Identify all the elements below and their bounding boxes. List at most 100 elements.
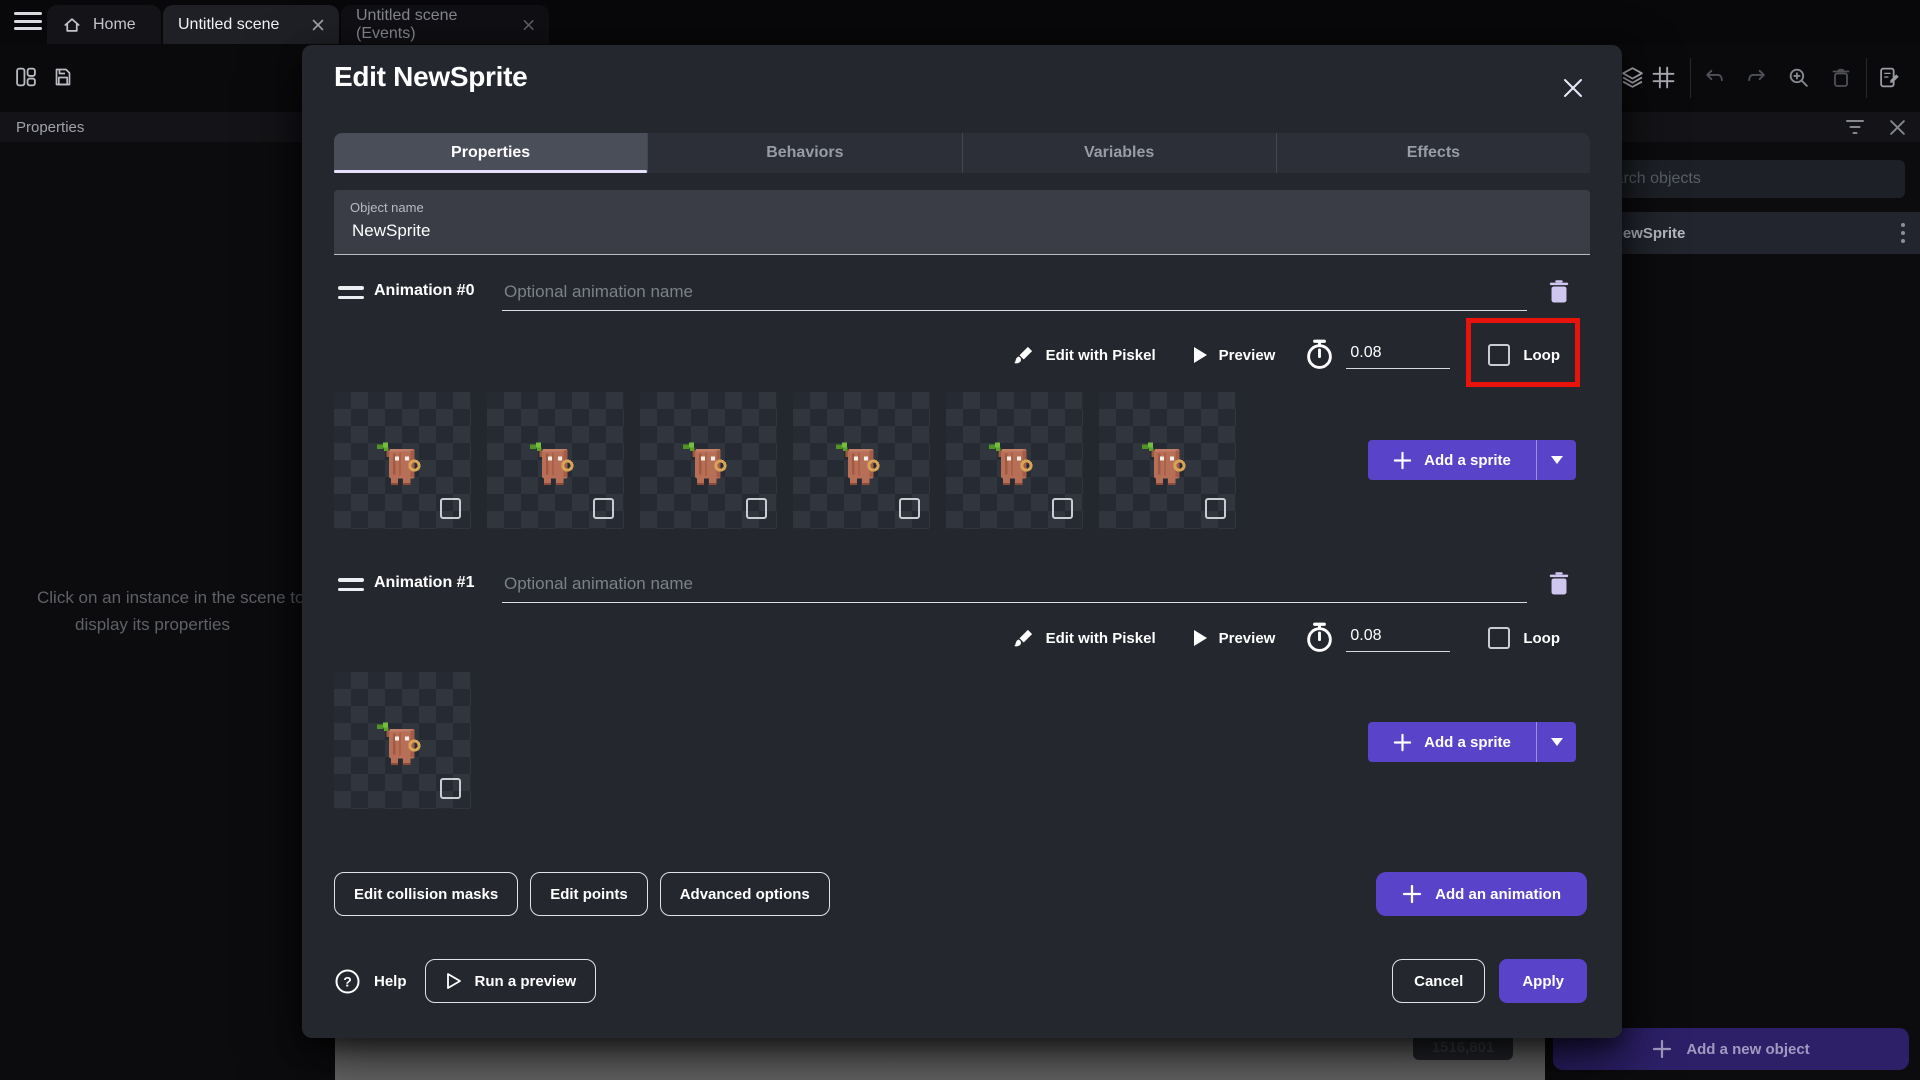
trash-icon-toolbar[interactable] bbox=[1830, 66, 1852, 89]
loop-checkbox[interactable] bbox=[1488, 627, 1511, 649]
add-a-sprite-label: Add a sprite bbox=[1424, 451, 1511, 469]
search-objects-input[interactable] bbox=[1593, 169, 1893, 189]
toolbar-divider bbox=[1866, 58, 1867, 98]
tab-variables-label: Variables bbox=[1083, 144, 1155, 161]
dialog-footer: ? Help Run a preview Cancel Apply bbox=[334, 958, 1587, 1004]
add-a-sprite-button[interactable]: Add a sprite bbox=[1368, 722, 1576, 762]
filter-icon[interactable] bbox=[1843, 117, 1867, 137]
tab-untitled-scene[interactable]: Untitled scene bbox=[163, 5, 339, 44]
sprite-frame[interactable] bbox=[793, 392, 930, 529]
time-between-frames-input[interactable] bbox=[1346, 341, 1451, 369]
tab-home-label: Home bbox=[93, 15, 136, 33]
frame-checkbox[interactable] bbox=[440, 778, 461, 799]
run-a-preview-button[interactable]: Run a preview bbox=[424, 959, 597, 1003]
add-sprite-dropdown[interactable] bbox=[1537, 722, 1576, 762]
save-icon[interactable] bbox=[52, 66, 74, 88]
frame-checkbox[interactable] bbox=[1052, 498, 1073, 519]
tab-events-label: Untitled scene (Events) bbox=[356, 6, 458, 42]
edit-tools-row: Edit collision masks Edit points Advance… bbox=[334, 872, 830, 916]
frame-checkbox[interactable] bbox=[593, 498, 614, 519]
frame-checkbox[interactable] bbox=[440, 498, 461, 519]
help-label: Help bbox=[374, 972, 407, 990]
sprite-frame[interactable] bbox=[334, 672, 471, 809]
loop-checkbox[interactable] bbox=[1488, 344, 1511, 366]
svg-text:?: ? bbox=[343, 973, 352, 989]
edit-with-piskel-button[interactable]: Edit with Piskel bbox=[1013, 345, 1156, 366]
properties-panel-title: Properties bbox=[16, 118, 85, 136]
undo-icon[interactable] bbox=[1703, 66, 1726, 86]
redo-icon[interactable] bbox=[1745, 66, 1768, 86]
tab-effects-label: Effects bbox=[1406, 144, 1461, 161]
sprite-frame[interactable] bbox=[1099, 392, 1236, 529]
kebab-menu-icon[interactable] bbox=[1900, 222, 1906, 244]
advanced-options-button[interactable]: Advanced options bbox=[659, 872, 830, 916]
pig-sprite-image bbox=[377, 722, 421, 766]
sprite-frame[interactable] bbox=[946, 392, 1083, 529]
add-new-object-label: Add a new object bbox=[1686, 1040, 1810, 1058]
edit-points-label: Edit points bbox=[550, 885, 628, 903]
add-a-sprite-button[interactable]: Add a sprite bbox=[1368, 440, 1576, 480]
zoom-in-icon[interactable] bbox=[1787, 66, 1810, 89]
layers-icon[interactable] bbox=[1621, 66, 1644, 89]
sprite-frame[interactable] bbox=[640, 392, 777, 529]
tab-effects[interactable]: Effects bbox=[1275, 133, 1590, 173]
pig-sprite-image bbox=[836, 442, 880, 486]
pig-sprite-image bbox=[989, 442, 1033, 486]
add-a-sprite-label: Add a sprite bbox=[1424, 733, 1511, 751]
edit-object-dialog: Edit NewSprite Properties Behaviors Vari… bbox=[302, 45, 1622, 1038]
properties-panel-header: Properties bbox=[0, 112, 335, 142]
play-outline-icon bbox=[446, 973, 461, 989]
cancel-label: Cancel bbox=[1414, 972, 1464, 990]
edit-collision-masks-button[interactable]: Edit collision masks bbox=[334, 872, 519, 916]
add-sprite-dropdown[interactable] bbox=[1537, 440, 1576, 480]
drag-handle-icon[interactable] bbox=[338, 578, 364, 597]
loop-option: Loop bbox=[1466, 318, 1580, 387]
timer-icon bbox=[1307, 339, 1333, 369]
preview-button[interactable]: Preview bbox=[1193, 630, 1275, 647]
help-button[interactable]: ? Help bbox=[334, 968, 407, 995]
brush-icon bbox=[1013, 629, 1032, 646]
time-between-frames-input[interactable] bbox=[1346, 624, 1451, 652]
sprite-frame[interactable] bbox=[334, 392, 471, 529]
frame-checkbox[interactable] bbox=[746, 498, 767, 519]
dialog-close-icon[interactable] bbox=[1562, 77, 1584, 99]
apply-button[interactable]: Apply bbox=[1499, 959, 1587, 1003]
properties-hint-line2: display its properties bbox=[75, 615, 230, 634]
object-name-input[interactable] bbox=[350, 220, 1574, 242]
drag-handle-icon[interactable] bbox=[338, 286, 364, 305]
layout-columns-icon[interactable] bbox=[15, 66, 37, 88]
animation-0-name-input[interactable] bbox=[502, 273, 1527, 311]
close-panel-icon[interactable] bbox=[1889, 119, 1906, 136]
chevron-down-icon bbox=[1550, 738, 1563, 746]
frame-checkbox[interactable] bbox=[899, 498, 920, 519]
preview-label: Preview bbox=[1218, 346, 1276, 364]
delete-animation-icon[interactable] bbox=[1548, 279, 1570, 304]
dialog-tab-bar: Properties Behaviors Variables Effects bbox=[334, 133, 1590, 173]
tab-properties[interactable]: Properties bbox=[334, 133, 648, 173]
animation-1-name-input[interactable] bbox=[502, 565, 1527, 603]
edit-with-piskel-label: Edit with Piskel bbox=[1045, 629, 1156, 647]
loop-label: Loop bbox=[1523, 629, 1560, 647]
top-bar: Home Untitled scene Untitled scene (Even… bbox=[0, 0, 1920, 44]
edit-events-icon[interactable] bbox=[1878, 66, 1902, 89]
preview-button[interactable]: Preview bbox=[1193, 346, 1276, 364]
object-name-field[interactable]: Object name bbox=[334, 190, 1590, 255]
delete-animation-icon[interactable] bbox=[1548, 571, 1570, 596]
tab-close-icon[interactable] bbox=[523, 19, 534, 31]
timer-icon bbox=[1307, 622, 1333, 652]
toolbar-divider bbox=[1690, 58, 1691, 98]
tab-behaviors[interactable]: Behaviors bbox=[647, 133, 961, 173]
add-an-animation-button[interactable]: Add an animation bbox=[1376, 872, 1587, 916]
grid-icon[interactable] bbox=[1652, 66, 1675, 89]
tab-close-icon[interactable] bbox=[312, 19, 324, 31]
menu-icon[interactable] bbox=[14, 12, 42, 32]
tab-untitled-scene-events[interactable]: Untitled scene (Events) bbox=[341, 5, 549, 44]
tab-home[interactable]: Home bbox=[47, 5, 161, 44]
edit-with-piskel-button[interactable]: Edit with Piskel bbox=[1013, 628, 1156, 649]
sprite-frame[interactable] bbox=[487, 392, 624, 529]
help-icon: ? bbox=[335, 969, 360, 993]
frame-checkbox[interactable] bbox=[1205, 498, 1226, 519]
edit-points-button[interactable]: Edit points bbox=[530, 872, 648, 916]
cancel-button[interactable]: Cancel bbox=[1392, 959, 1486, 1003]
tab-variables[interactable]: Variables bbox=[961, 133, 1276, 173]
